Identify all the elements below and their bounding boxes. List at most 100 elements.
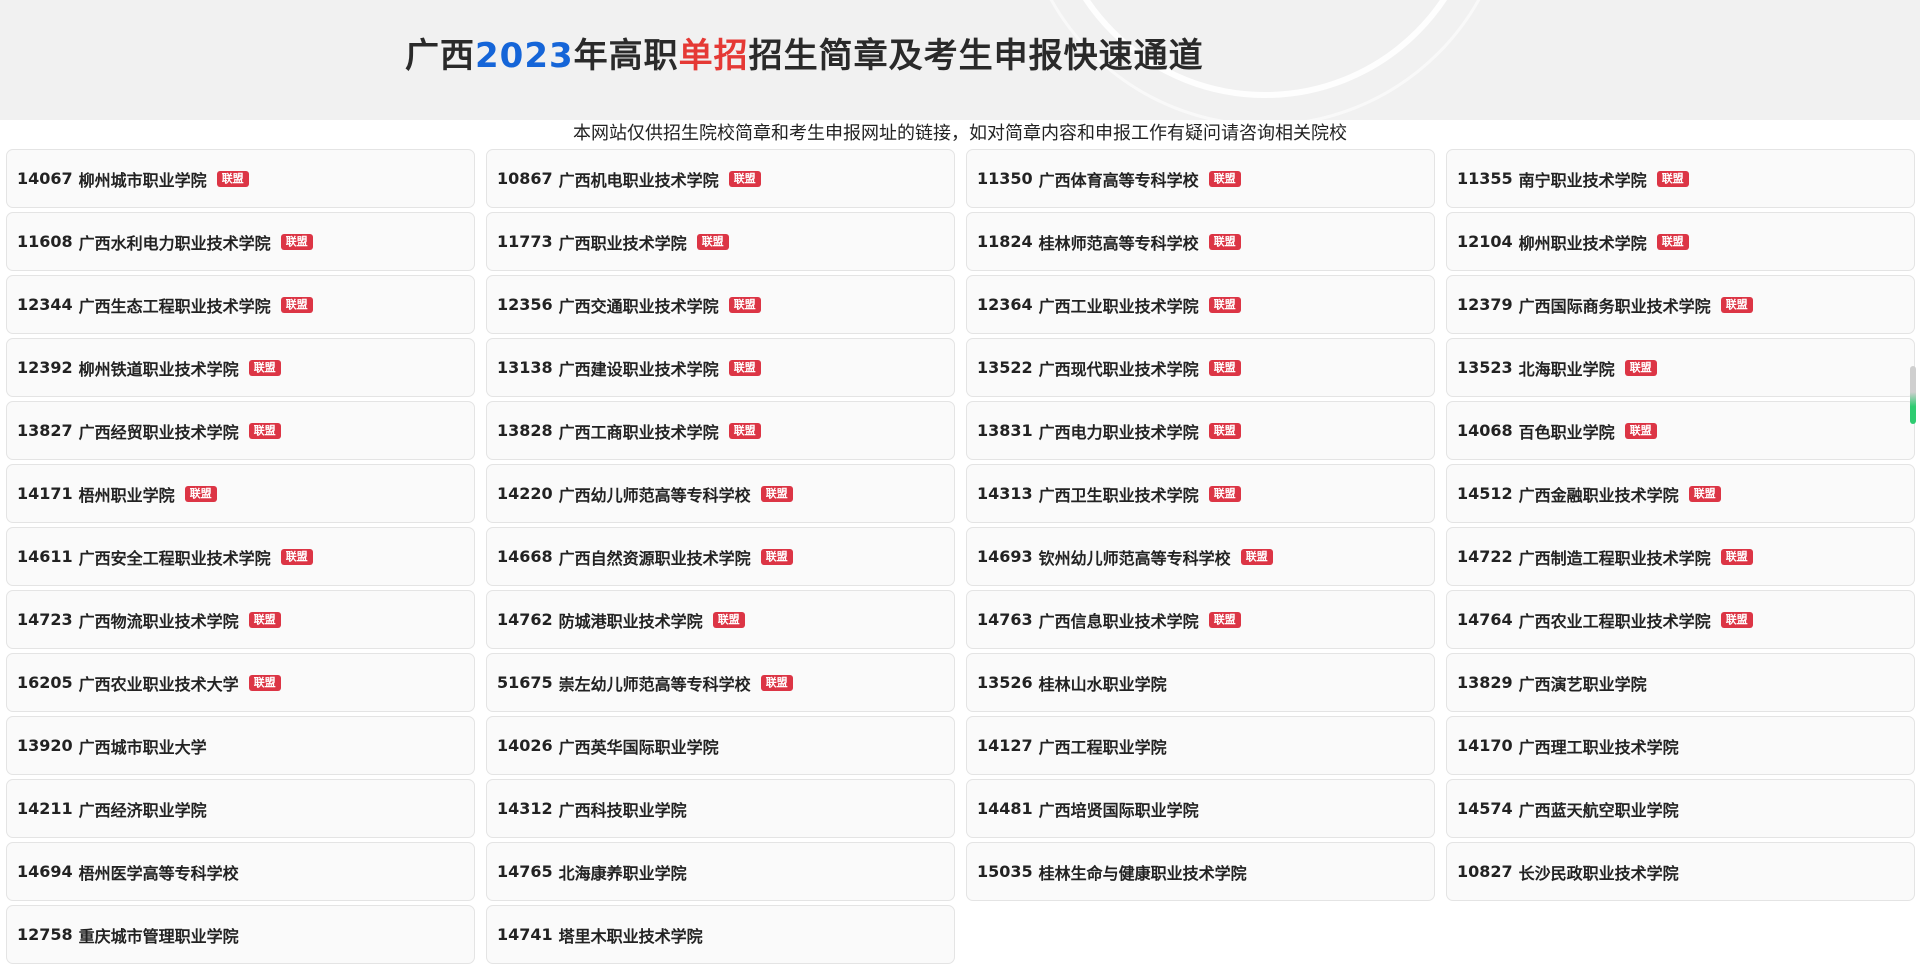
school-code: 14313 bbox=[977, 484, 1033, 503]
school-card[interactable]: 12364 广西工业职业技术学院 联盟 bbox=[966, 275, 1435, 334]
school-card[interactable]: 13920 广西城市职业大学 bbox=[6, 716, 475, 775]
school-name: 广西工商职业技术学院 bbox=[558, 422, 719, 442]
school-card[interactable]: 13831 广西电力职业技术学院 联盟 bbox=[966, 401, 1435, 460]
school-card[interactable]: 11773 广西职业技术学院 联盟 bbox=[486, 212, 955, 271]
school-code: 13523 bbox=[1457, 358, 1513, 377]
school-name: 广西水利电力职业技术学院 bbox=[78, 233, 271, 253]
school-card[interactable]: 13828 广西工商职业技术学院 联盟 bbox=[486, 401, 955, 460]
school-name: 广西信息职业技术学院 bbox=[1038, 611, 1199, 631]
school-card[interactable]: 11608 广西水利电力职业技术学院 联盟 bbox=[6, 212, 475, 271]
school-code: 14741 bbox=[497, 925, 553, 944]
school-code: 12379 bbox=[1457, 295, 1513, 314]
school-card[interactable]: 12758 重庆城市管理职业学院 bbox=[6, 905, 475, 964]
school-card[interactable]: 12392 柳州铁道职业技术学院 联盟 bbox=[6, 338, 475, 397]
school-card[interactable]: 14220 广西幼儿师范高等专科学校 联盟 bbox=[486, 464, 955, 523]
alliance-badge: 联盟 bbox=[712, 611, 745, 628]
alliance-badge: 联盟 bbox=[248, 359, 281, 376]
school-code: 14693 bbox=[977, 547, 1033, 566]
alliance-badge: 联盟 bbox=[248, 611, 281, 628]
school-card[interactable]: 14312 广西科技职业学院 bbox=[486, 779, 955, 838]
school-card[interactable]: 14763 广西信息职业技术学院 联盟 bbox=[966, 590, 1435, 649]
school-card[interactable]: 12344 广西生态工程职业技术学院 联盟 bbox=[6, 275, 475, 334]
school-card[interactable]: 14741 塔里木职业技术学院 bbox=[486, 905, 955, 964]
school-name: 广西经贸职业技术学院 bbox=[78, 422, 239, 442]
school-card[interactable]: 14722 广西制造工程职业技术学院 联盟 bbox=[1446, 527, 1915, 586]
school-card[interactable]: 14068 百色职业学院 联盟 bbox=[1446, 401, 1915, 460]
alliance-badge: 联盟 bbox=[1688, 485, 1721, 502]
school-name: 桂林师范高等专科学校 bbox=[1038, 233, 1199, 253]
alliance-badge: 联盟 bbox=[280, 233, 313, 250]
school-card[interactable]: 14067 柳州城市职业学院 联盟 bbox=[6, 149, 475, 208]
school-code: 11608 bbox=[17, 232, 73, 251]
school-code: 13827 bbox=[17, 421, 73, 440]
school-card[interactable]: 14694 梧州医学高等专科学校 bbox=[6, 842, 475, 901]
school-card[interactable]: 14611 广西安全工程职业技术学院 联盟 bbox=[6, 527, 475, 586]
title-year: 2023 bbox=[475, 36, 574, 76]
school-name: 广西体育高等专科学校 bbox=[1038, 170, 1199, 190]
school-card[interactable]: 13829 广西演艺职业学院 bbox=[1446, 653, 1915, 712]
school-name: 百色职业学院 bbox=[1518, 422, 1615, 442]
school-card[interactable]: 14313 广西卫生职业技术学院 联盟 bbox=[966, 464, 1435, 523]
school-name: 广西国际商务职业技术学院 bbox=[1518, 296, 1711, 316]
school-card[interactable]: 14211 广西经济职业学院 bbox=[6, 779, 475, 838]
school-card[interactable]: 14723 广西物流职业技术学院 联盟 bbox=[6, 590, 475, 649]
title-suffix: 招生简章及考生申报快速通道 bbox=[748, 36, 1204, 76]
school-card[interactable]: 14171 梧州职业学院 联盟 bbox=[6, 464, 475, 523]
school-card[interactable]: 10827 长沙民政职业技术学院 bbox=[1446, 842, 1915, 901]
school-card[interactable]: 14668 广西自然资源职业技术学院 联盟 bbox=[486, 527, 955, 586]
school-card[interactable]: 13522 广西现代职业技术学院 联盟 bbox=[966, 338, 1435, 397]
alliance-badge: 联盟 bbox=[1240, 548, 1273, 565]
alliance-badge: 联盟 bbox=[1208, 233, 1241, 250]
school-name: 广西英华国际职业学院 bbox=[558, 737, 719, 757]
school-card[interactable]: 14512 广西金融职业技术学院 联盟 bbox=[1446, 464, 1915, 523]
school-card[interactable]: 11824 桂林师范高等专科学校 联盟 bbox=[966, 212, 1435, 271]
alliance-badge: 联盟 bbox=[1208, 422, 1241, 439]
school-card[interactable]: 12379 广西国际商务职业技术学院 联盟 bbox=[1446, 275, 1915, 334]
school-card[interactable]: 13138 广西建设职业技术学院 联盟 bbox=[486, 338, 955, 397]
school-name: 桂林生命与健康职业技术学院 bbox=[1038, 863, 1247, 883]
school-code: 14668 bbox=[497, 547, 553, 566]
school-card[interactable]: 10867 广西机电职业技术学院 联盟 bbox=[486, 149, 955, 208]
school-name: 广西蓝天航空职业学院 bbox=[1518, 800, 1679, 820]
school-card[interactable]: 13526 桂林山水职业学院 bbox=[966, 653, 1435, 712]
alliance-badge: 联盟 bbox=[248, 422, 281, 439]
school-name: 桂林山水职业学院 bbox=[1038, 674, 1167, 694]
school-name: 广西农业工程职业技术学院 bbox=[1518, 611, 1711, 631]
school-name: 广西科技职业学院 bbox=[558, 800, 687, 820]
school-code: 14722 bbox=[1457, 547, 1513, 566]
school-code: 14171 bbox=[17, 484, 73, 503]
school-card[interactable]: 14574 广西蓝天航空职业学院 bbox=[1446, 779, 1915, 838]
school-code: 14312 bbox=[497, 799, 553, 818]
school-code: 14068 bbox=[1457, 421, 1513, 440]
school-card[interactable]: 14765 北海康养职业学院 bbox=[486, 842, 955, 901]
scrollbar-thumb[interactable] bbox=[1910, 366, 1916, 424]
school-card[interactable]: 11355 南宁职业技术学院 联盟 bbox=[1446, 149, 1915, 208]
school-card[interactable]: 51675 崇左幼儿师范高等专科学校 联盟 bbox=[486, 653, 955, 712]
school-card[interactable]: 12104 柳州职业技术学院 联盟 bbox=[1446, 212, 1915, 271]
school-name: 柳州职业技术学院 bbox=[1518, 233, 1647, 253]
alliance-badge: 联盟 bbox=[1720, 296, 1753, 313]
school-name: 广西现代职业技术学院 bbox=[1038, 359, 1199, 379]
school-card[interactable]: 14127 广西工程职业学院 bbox=[966, 716, 1435, 775]
school-card[interactable]: 12356 广西交通职业技术学院 联盟 bbox=[486, 275, 955, 334]
school-card[interactable]: 14764 广西农业工程职业技术学院 联盟 bbox=[1446, 590, 1915, 649]
school-name: 广西物流职业技术学院 bbox=[78, 611, 239, 631]
school-name: 广西经济职业学院 bbox=[78, 800, 207, 820]
school-card[interactable]: 14481 广西培贤国际职业学院 bbox=[966, 779, 1435, 838]
alliance-badge: 联盟 bbox=[248, 674, 281, 691]
school-card[interactable]: 13827 广西经贸职业技术学院 联盟 bbox=[6, 401, 475, 460]
school-card[interactable]: 14026 广西英华国际职业学院 bbox=[486, 716, 955, 775]
school-card[interactable]: 14693 钦州幼儿师范高等专科学校 联盟 bbox=[966, 527, 1435, 586]
school-code: 13526 bbox=[977, 673, 1033, 692]
school-code: 14512 bbox=[1457, 484, 1513, 503]
school-card[interactable]: 11350 广西体育高等专科学校 联盟 bbox=[966, 149, 1435, 208]
school-card[interactable]: 15035 桂林生命与健康职业技术学院 bbox=[966, 842, 1435, 901]
school-card[interactable]: 14170 广西理工职业技术学院 bbox=[1446, 716, 1915, 775]
school-card[interactable]: 13523 北海职业学院 联盟 bbox=[1446, 338, 1915, 397]
school-card[interactable]: 16205 广西农业职业技术大学 联盟 bbox=[6, 653, 475, 712]
notice-text: 本网站仅供招生院校简章和考生申报网址的链接，如对简章内容和申报工作有疑问请咨询相… bbox=[573, 123, 1347, 144]
page-title: 广西2023年高职单招招生简章及考生申报快速通道 bbox=[405, 28, 1204, 77]
school-card[interactable]: 14762 防城港职业技术学院 联盟 bbox=[486, 590, 955, 649]
school-code: 14611 bbox=[17, 547, 73, 566]
school-name: 广西理工职业技术学院 bbox=[1518, 737, 1679, 757]
